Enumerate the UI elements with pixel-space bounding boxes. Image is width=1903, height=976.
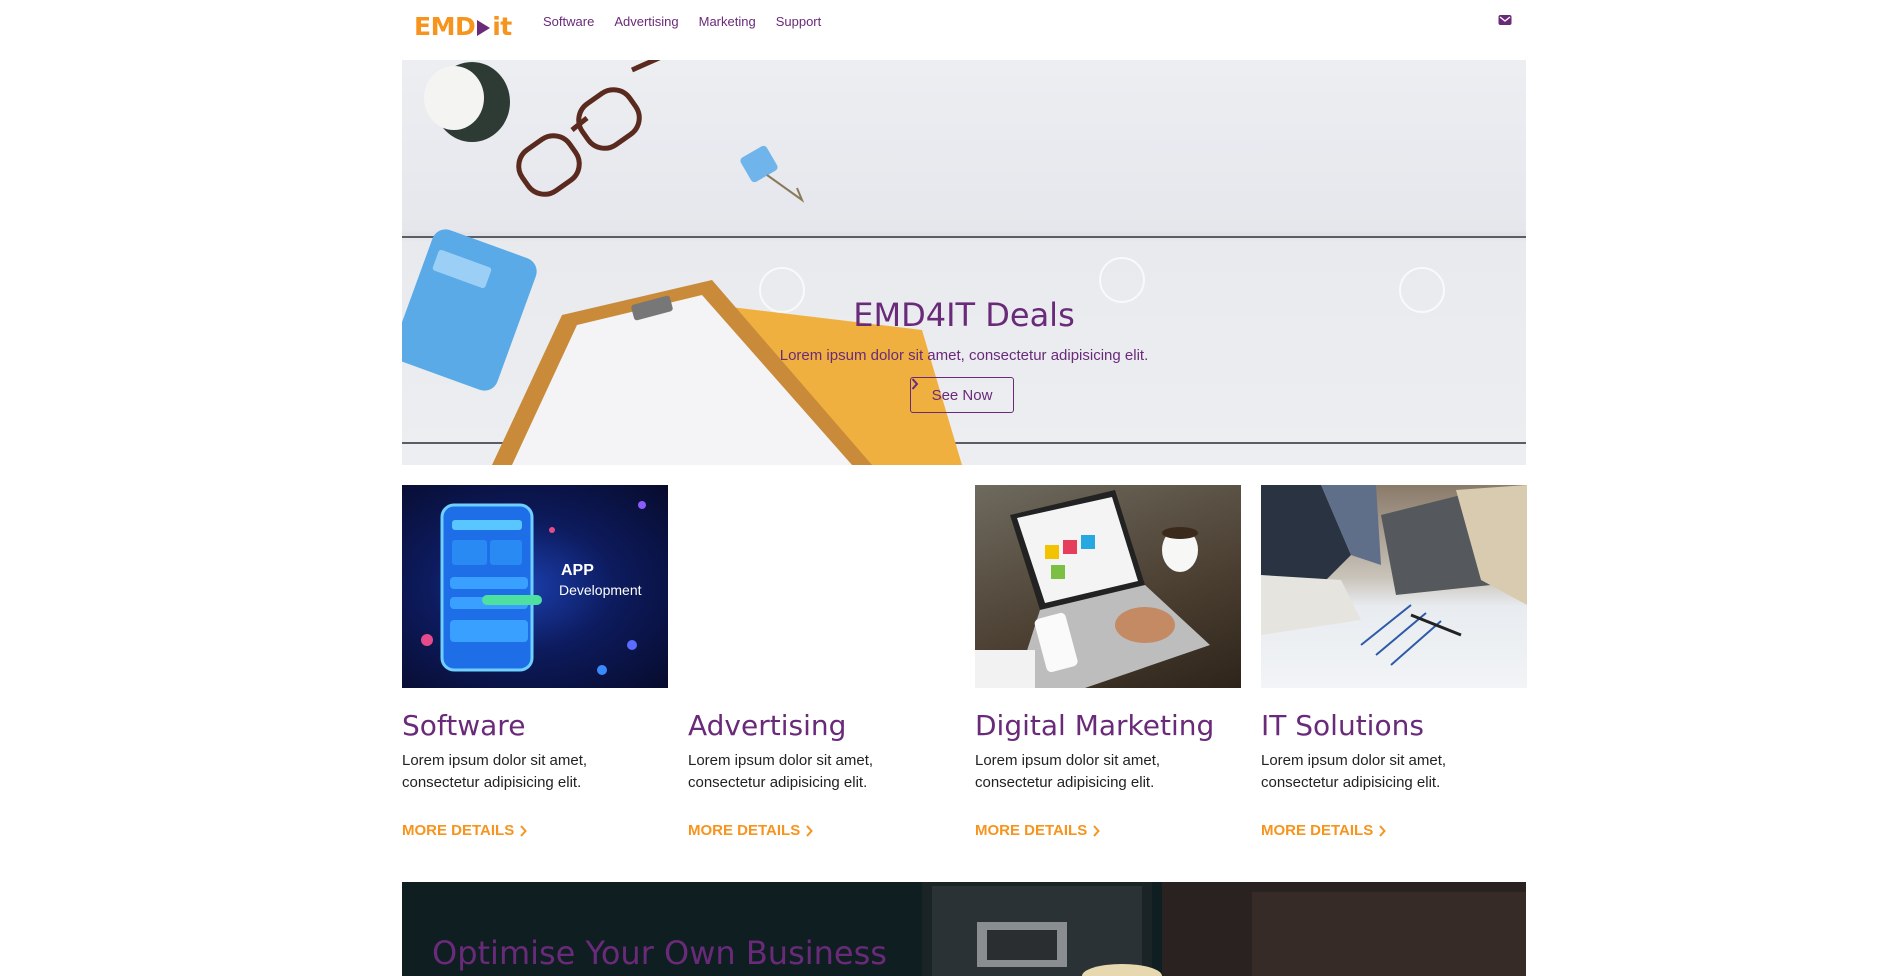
see-now-button[interactable]: See Now: [910, 377, 1014, 413]
card-it-solutions: IT Solutions Lorem ipsum dolor sit amet,…: [1261, 485, 1527, 839]
logo[interactable]: EMD it: [414, 12, 512, 41]
card-title: IT Solutions: [1261, 709, 1424, 742]
chevron-right-icon: [1379, 824, 1387, 837]
development-label: Development: [559, 582, 642, 598]
hero-subtitle: Lorem ipsum dolor sit amet, consectetur …: [779, 347, 1149, 364]
nav-marketing[interactable]: Marketing: [699, 14, 756, 29]
digital-marketing-image: [975, 485, 1241, 688]
card-title: Advertising: [688, 709, 847, 742]
card-title: Software: [402, 709, 526, 742]
chevron-right-icon: [1093, 824, 1101, 837]
card-text: Lorem ipsum dolor sit amet, consectetur …: [975, 752, 1161, 791]
more-details-label: MORE DETAILS: [1261, 822, 1374, 839]
hero-title: EMD4IT Deals: [853, 296, 1075, 334]
chevron-right-icon: [806, 824, 814, 837]
nav-advertising[interactable]: Advertising: [614, 14, 678, 29]
main-nav: Software Advertising Marketing Support: [543, 14, 821, 29]
navbar: EMD it Software Advertising Marketing Sup…: [402, 0, 1526, 48]
it-solutions-image: [1261, 485, 1527, 688]
more-details-label: MORE DETAILS: [975, 822, 1088, 839]
nav-software[interactable]: Software: [543, 14, 594, 29]
more-details-label: MORE DETAILS: [688, 822, 801, 839]
card-text: Lorem ipsum dolor sit amet, consectetur …: [688, 752, 874, 791]
chevron-right-icon: [520, 824, 528, 837]
card-title: Digital Marketing: [975, 709, 1215, 742]
software-image: APP Development: [402, 485, 668, 688]
advertising-image: [688, 485, 954, 688]
hero-carousel: EMD4IT Deals Lorem ipsum dolor sit amet,…: [402, 60, 1526, 465]
logo-text-left: EMD: [414, 12, 476, 41]
card-text: Lorem ipsum dolor sit amet, consectetur …: [1261, 752, 1447, 791]
card-text: Lorem ipsum dolor sit amet, consectetur …: [402, 752, 588, 791]
app-label: APP: [561, 562, 594, 579]
more-details-link[interactable]: MORE DETAILS: [1261, 822, 1387, 839]
banner-title: Optimise Your Own Business: [432, 934, 887, 972]
play-icon: [477, 20, 491, 36]
more-details-label: MORE DETAILS: [402, 822, 515, 839]
logo-text-right: it: [492, 12, 512, 41]
card-software: APP Development Software Lorem ipsum dol…: [402, 485, 668, 839]
more-details-link[interactable]: MORE DETAILS: [402, 822, 528, 839]
mail-icon[interactable]: [1498, 14, 1512, 26]
card-digital-marketing: Digital Marketing Lorem ipsum dolor sit …: [975, 485, 1241, 839]
nav-support[interactable]: Support: [776, 14, 822, 29]
business-banner: Optimise Your Own Business: [402, 882, 1526, 976]
more-details-link[interactable]: MORE DETAILS: [688, 822, 814, 839]
card-advertising: Advertising Lorem ipsum dolor sit amet, …: [688, 485, 954, 839]
more-details-link[interactable]: MORE DETAILS: [975, 822, 1101, 839]
chevron-right-icon: [911, 378, 919, 390]
see-now-label: See Now: [931, 386, 993, 404]
